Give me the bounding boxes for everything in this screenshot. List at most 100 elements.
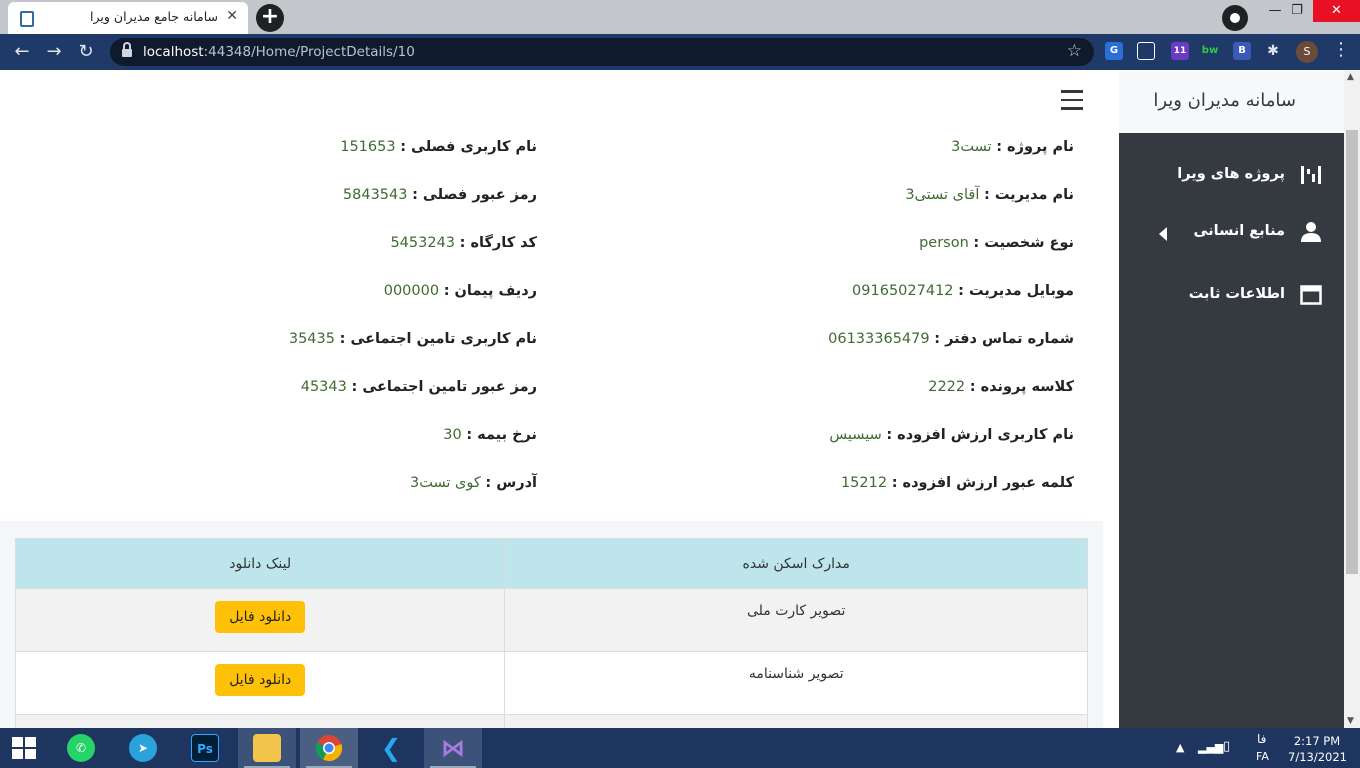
extension-icon[interactable] (1137, 42, 1155, 60)
lock-icon[interactable] (122, 42, 132, 57)
taskbar-file-explorer[interactable] (238, 728, 296, 768)
scroll-thumb[interactable] (1346, 130, 1358, 574)
extension-badge-icon[interactable]: 11 (1171, 42, 1189, 60)
field-social-security-username: نام کاربری تامین اجتماعی : 35435 (288, 331, 537, 347)
field-manager-name: نام مدیریت : آقای تستی3 (905, 187, 1074, 203)
translate-extension-icon[interactable]: G (1105, 42, 1123, 60)
sidebar-item-fixed-info[interactable]: اطلاعات ثابت (1119, 276, 1344, 316)
forward-arrow-icon[interactable]: → (42, 40, 66, 64)
telegram-icon: ➤ (129, 734, 157, 762)
field-insurance-rate: نرخ بیمه : 30 (443, 427, 537, 443)
extensions-puzzle-icon[interactable]: ✱ (1264, 42, 1282, 60)
page-scrollbar[interactable]: ▲ ▼ (1344, 70, 1360, 728)
taskbar-whatsapp[interactable]: ✆ (52, 728, 110, 768)
folder-icon (253, 734, 281, 762)
page-favicon-icon (20, 11, 34, 27)
column-header-download: لینک دانلود (14, 538, 506, 589)
document-name: تصویر کارت ملی (504, 588, 1088, 652)
address-bar[interactable]: localhost:44348/Home/ProjectDetails/10 ☆ (110, 38, 1094, 66)
windows-logo-icon (12, 737, 36, 759)
user-icon (1301, 222, 1321, 242)
reload-icon[interactable]: ↻ (74, 40, 98, 64)
brand-title: سامانه مدیران ویرا (1153, 90, 1296, 111)
taskbar-photoshop[interactable]: Ps (176, 728, 234, 768)
clock-date: 7/13/2021 (1288, 750, 1347, 764)
download-cell: دانلود فایل (14, 588, 506, 652)
b-extension-icon[interactable]: B (1233, 42, 1251, 60)
language-code[interactable]: FA (1256, 750, 1269, 768)
scroll-down-arrow-icon[interactable]: ▼ (1347, 716, 1354, 726)
field-office-phone: شماره تماس دفتر : 06133365479 (828, 331, 1074, 347)
close-window-button[interactable]: ✕ (1313, 0, 1360, 22)
field-vat-password: کلمه عبور ارزش افزوده : 15212 (840, 475, 1074, 491)
photoshop-icon: Ps (191, 734, 219, 762)
field-seasonal-username: نام کاربری فصلی : 151653 (340, 139, 537, 155)
new-tab-button[interactable]: + (256, 4, 284, 32)
table-row: تصویر شناسنامه دانلود فایل (14, 651, 1088, 715)
vscode-icon: ❮ (380, 734, 402, 762)
clock-time: 2:17 PM (1293, 734, 1341, 748)
browser-toolbar: ← → ↻ localhost:44348/Home/ProjectDetail… (0, 34, 1360, 70)
url-text[interactable]: localhost:44348/Home/ProjectDetails/10 (143, 44, 415, 60)
web-page: نام پروژه : تست3 نام مدیریت : آقای تستی3… (0, 70, 1360, 728)
sidebar-item-label: منابع انسانی (1193, 223, 1285, 239)
document-name (504, 714, 1088, 728)
bookmark-star-icon[interactable]: ☆ (1067, 41, 1082, 61)
browser-tab-strip: سامانه جامع مدیران ویرا ✕ + — ❐ ✕ (0, 0, 1360, 34)
download-file-button[interactable]: دانلود فایل (215, 601, 306, 633)
document-name: تصویر شناسنامه (504, 651, 1088, 715)
profile-avatar[interactable]: S (1296, 41, 1318, 63)
windows-taskbar: ✆ ➤ Ps ❮ ⋈ ▲ ▂▄▆ ▯ فا FA 2:17 PM 7/13/20… (0, 728, 1360, 768)
restore-button[interactable]: ❐ (1277, 0, 1317, 22)
table-row (14, 714, 1088, 728)
system-clock[interactable]: 2:17 PM 7/13/2021 (1288, 733, 1347, 765)
project-diagram-icon (1301, 166, 1321, 184)
tab-search-icon[interactable] (1222, 5, 1248, 31)
field-address: آدرس : کوی تست3 (409, 475, 537, 491)
field-vat-username: نام کاربری ارزش افزوده : سیسیس (829, 427, 1074, 443)
sidebar-item-label: پروژه های ویرا (1177, 166, 1285, 182)
window-icon (1300, 285, 1322, 305)
field-entity-type: نوع شخصیت : person (919, 235, 1074, 251)
field-file-class: کلاسه پرونده : 2222 (928, 379, 1074, 395)
tray-expand-icon[interactable]: ▲ (1176, 741, 1184, 768)
project-details: نام پروژه : تست3 نام مدیریت : آقای تستی3… (0, 133, 1103, 521)
column-header-documents: مدارک اسکن شده (504, 538, 1088, 589)
download-file-button[interactable]: دانلود فایل (215, 664, 306, 696)
field-social-security-password: رمز عبور تامین اجتماعی : 45343 (300, 379, 537, 395)
sidebar: سامانه مدیران ویرا پروژه های ویرا منابع … (1119, 70, 1344, 728)
visual-studio-icon: ⋈ (441, 734, 465, 762)
main-content: نام پروژه : تست3 نام مدیریت : آقای تستی3… (0, 70, 1103, 728)
sidebar-brand[interactable]: سامانه مدیران ویرا (1119, 70, 1344, 133)
field-workshop-code: کد کارگاه : 5453243 (390, 235, 537, 251)
scroll-up-arrow-icon[interactable]: ▲ (1347, 72, 1354, 82)
taskbar-chrome[interactable] (300, 728, 358, 768)
download-cell (14, 714, 506, 728)
start-button[interactable] (0, 728, 58, 768)
caret-left-icon[interactable] (1159, 227, 1167, 241)
details-left-column: نام کاربری فصلی : 151653 رمز عبور فصلی :… (289, 133, 537, 517)
taskbar-vscode[interactable]: ❮ (362, 728, 420, 768)
whatsapp-icon: ✆ (67, 734, 95, 762)
sidebar-item-projects[interactable]: پروژه های ویرا (1119, 156, 1344, 196)
taskbar-telegram[interactable]: ➤ (114, 728, 172, 768)
details-right-column: نام پروژه : تست3 نام مدیریت : آقای تستی3… (828, 133, 1074, 517)
back-arrow-icon[interactable]: ← (10, 40, 34, 64)
hamburger-menu-icon[interactable] (1061, 90, 1083, 110)
tab-close-icon[interactable]: ✕ (226, 8, 238, 24)
scanned-documents-table: مدارک اسکن شده لینک دانلود تصویر کارت مل… (14, 538, 1088, 728)
battery-icon[interactable]: ▯ (1223, 739, 1230, 768)
taskbar-visual-studio[interactable]: ⋈ (424, 728, 482, 768)
field-project-name: نام پروژه : تست3 (951, 139, 1074, 155)
sidebar-item-human-resources[interactable]: منابع انسانی (1119, 213, 1344, 253)
table-row: تصویر کارت ملی دانلود فایل (14, 588, 1088, 652)
bw-extension-icon[interactable]: bw (1201, 42, 1219, 60)
browser-menu-icon[interactable]: ⋮ (1332, 39, 1350, 60)
chrome-icon (315, 735, 343, 762)
field-seasonal-password: رمز عبور فصلی : 5843543 (342, 187, 537, 203)
table-header-row: مدارک اسکن شده لینک دانلود (14, 538, 1088, 589)
sidebar-item-label: اطلاعات ثابت (1188, 286, 1285, 302)
browser-tab[interactable]: سامانه جامع مدیران ویرا ✕ (8, 2, 248, 34)
field-manager-mobile: موبایل مدیریت : 09165027412 (852, 283, 1074, 299)
network-icon[interactable]: ▂▄▆ (1198, 741, 1223, 768)
